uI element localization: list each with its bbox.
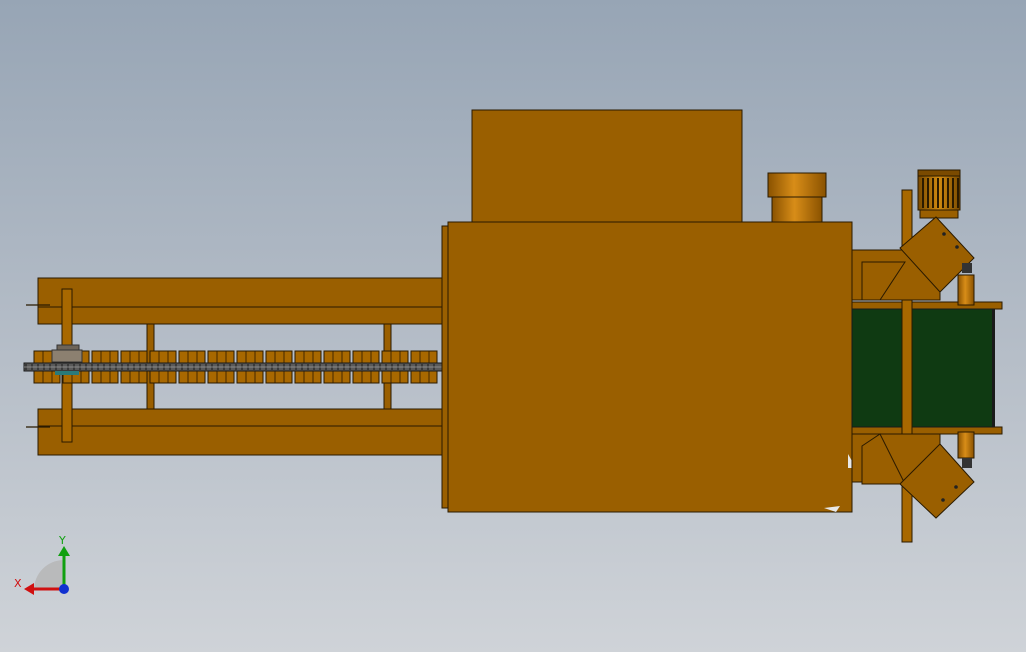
pipe-outlet (767, 172, 827, 223)
belt (851, 308, 995, 428)
x-axis-label: X (14, 577, 22, 590)
main-housing (441, 109, 856, 513)
side-belt-conveyor (851, 301, 1003, 435)
axis-triad[interactable]: X Y (14, 534, 70, 595)
chain-conveyor (23, 350, 443, 384)
upper-rail (37, 277, 445, 325)
z-axis-dot (59, 584, 69, 594)
housing-body (447, 221, 853, 513)
assembly-top-view[interactable]: X Y (0, 0, 1026, 652)
triad-plane (34, 560, 64, 590)
cad-viewport[interactable]: X Y (0, 0, 1026, 652)
post-right-top (957, 274, 975, 306)
motor (917, 169, 961, 219)
y-axis-label: Y (58, 534, 66, 547)
post-right-bottom (957, 431, 975, 459)
lower-rail (37, 408, 445, 456)
top-box (471, 109, 743, 223)
